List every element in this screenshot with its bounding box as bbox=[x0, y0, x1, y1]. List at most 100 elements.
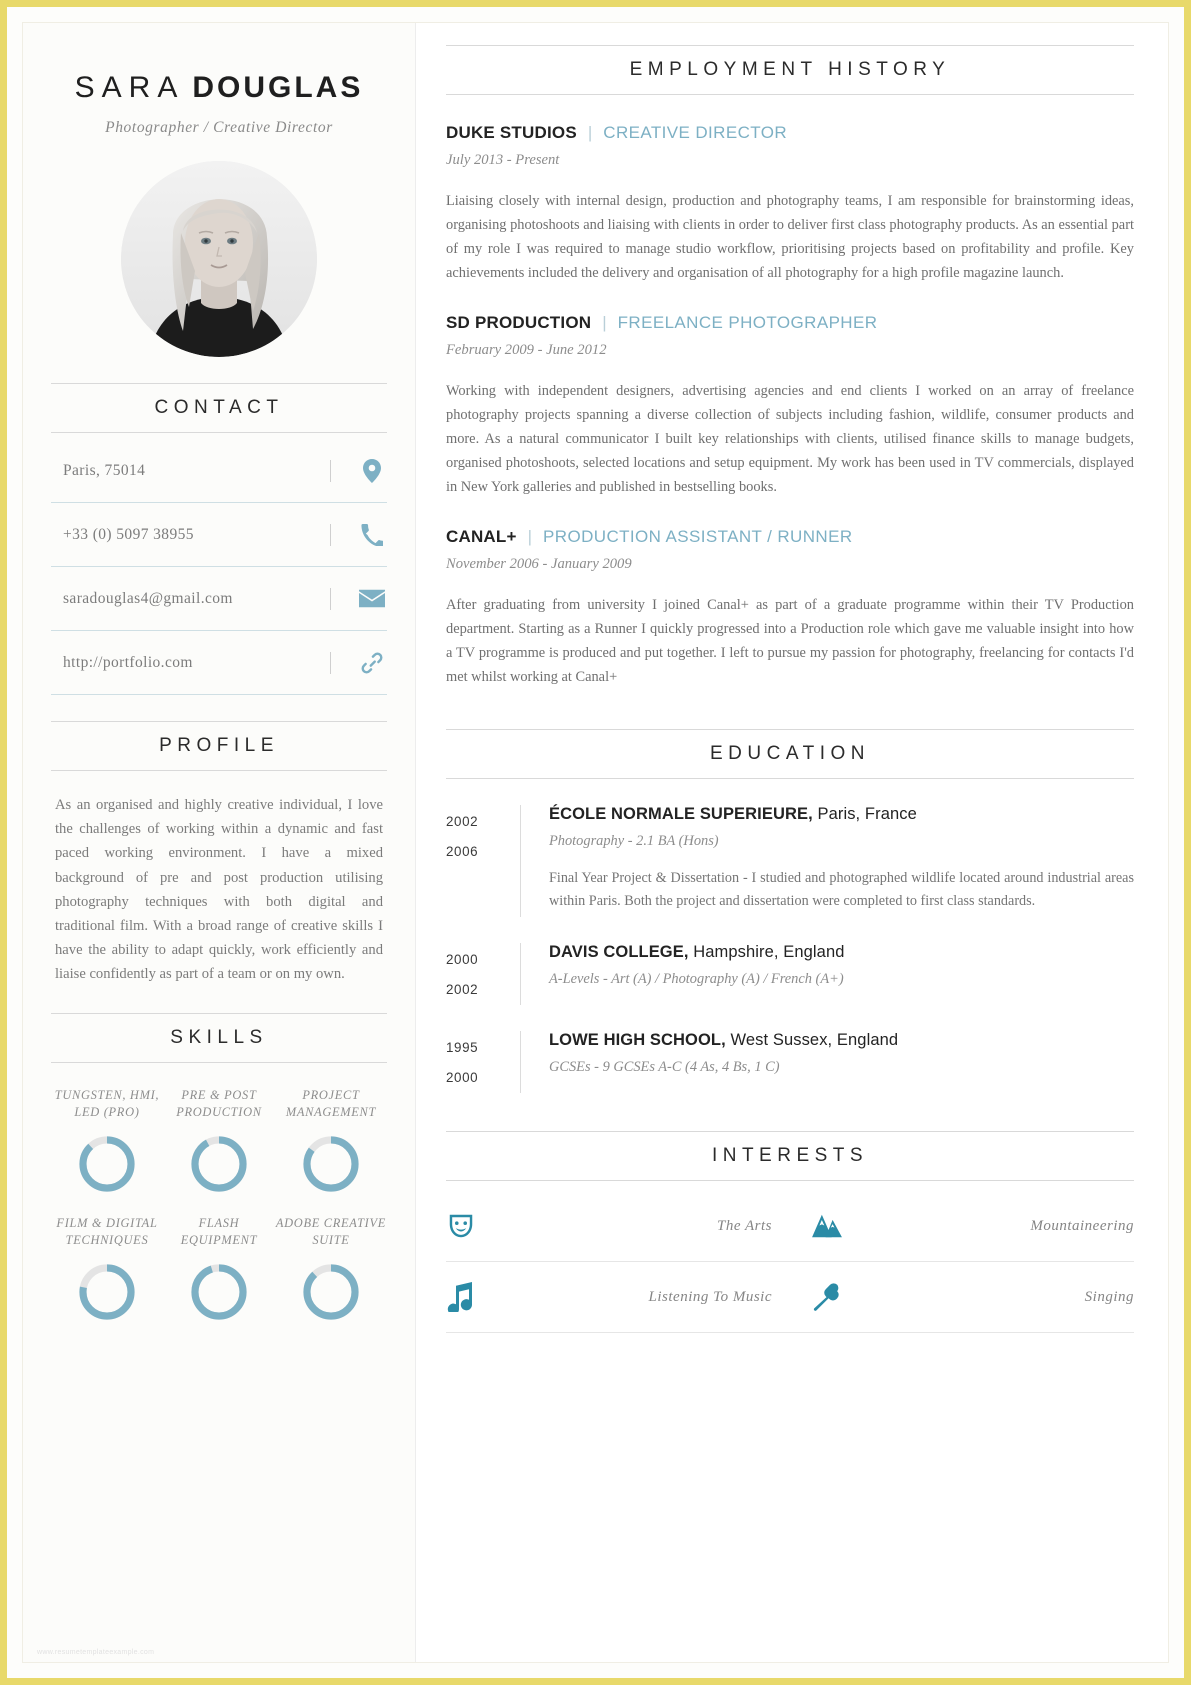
divider bbox=[330, 651, 331, 674]
link-icon bbox=[357, 651, 387, 675]
profile-section-header: PROFILE bbox=[51, 721, 387, 771]
job-separator: | bbox=[527, 527, 533, 546]
skill-ring bbox=[79, 1136, 135, 1192]
skill-ring bbox=[303, 1264, 359, 1320]
job-dates: July 2013 - Present bbox=[446, 152, 560, 168]
education-section: EDUCATION 2002 2006 ÉCOLE NORMALE SUPERI… bbox=[446, 729, 1134, 1093]
contact-section-header: CONTACT bbox=[51, 383, 387, 433]
skill-label: PRE & POST PRODUCTION bbox=[176, 1087, 262, 1119]
skill-item: PROJECT MANAGEMENT bbox=[275, 1085, 387, 1195]
sidebar: SARA DOUGLAS Photographer / Creative Dire… bbox=[23, 23, 415, 1662]
interests-title: INTERESTS bbox=[711, 1145, 869, 1166]
skill-label: TUNGSTEN, HMI, LED (PRO) bbox=[54, 1087, 160, 1119]
education-years: 2000 2002 bbox=[446, 943, 520, 1005]
job-role: PRODUCTION ASSISTANT / RUNNER bbox=[543, 527, 853, 546]
skill-item: FLASH EQUIPMENT bbox=[163, 1213, 275, 1323]
contact-item-email[interactable]: saradouglas4@gmail.com bbox=[51, 567, 387, 631]
job-entry: DUKE STUDIOS | CREATIVE DIRECTOR July 20… bbox=[446, 123, 1134, 285]
education-qualification: GCSEs - 9 GCSEs A-C (4 As, 4 Bs, 1 C) bbox=[549, 1059, 780, 1075]
divider bbox=[330, 459, 331, 482]
skills-section: SKILLS TUNGSTEN, HMI, LED (PRO) PRE & PO… bbox=[51, 1012, 387, 1341]
job-description: Liaising closely with internal design, p… bbox=[446, 193, 1134, 281]
contact-item-location[interactable]: Paris, 75014 bbox=[51, 439, 387, 503]
education-entry: 1995 2000 LOWE HIGH SCHOOL, West Sussex,… bbox=[446, 1031, 1134, 1093]
job-company: SD PRODUCTION bbox=[446, 313, 592, 332]
interest-label: Singing bbox=[1084, 1288, 1134, 1305]
envelope-icon bbox=[357, 589, 387, 608]
education-years: 2002 2006 bbox=[446, 805, 520, 917]
page-title: SARA DOUGLAS bbox=[23, 73, 415, 103]
interest-item-music: Listening To Music bbox=[446, 1262, 790, 1333]
profile-title: PROFILE bbox=[159, 735, 279, 756]
job-header: CANAL+ | PRODUCTION ASSISTANT / RUNNER bbox=[446, 527, 1134, 547]
resume-canvas: SARA DOUGLAS Photographer / Creative Dire… bbox=[23, 23, 1168, 1662]
divider bbox=[330, 587, 331, 610]
microphone-icon bbox=[812, 1282, 864, 1312]
contact-phone-text: +33 (0) 5097 38955 bbox=[63, 525, 194, 543]
phone-icon bbox=[357, 523, 387, 546]
education-location: Paris, France bbox=[812, 805, 917, 823]
interest-item-mountaineering: Mountaineering bbox=[790, 1191, 1134, 1262]
skills-section-header: SKILLS bbox=[51, 1012, 387, 1063]
education-title: EDUCATION bbox=[710, 743, 870, 764]
education-years: 1995 2000 bbox=[446, 1031, 520, 1093]
education-institution-line: LOWE HIGH SCHOOL, West Sussex, England bbox=[549, 1031, 1134, 1050]
music-note-icon bbox=[446, 1282, 498, 1312]
skill-label: FLASH EQUIPMENT bbox=[180, 1215, 258, 1247]
year-end: 2000 bbox=[446, 1070, 479, 1085]
job-entry: CANAL+ | PRODUCTION ASSISTANT / RUNNER N… bbox=[446, 527, 1134, 689]
profile-body: As an organised and highly creative indi… bbox=[55, 797, 383, 983]
job-company: CANAL+ bbox=[446, 527, 517, 546]
job-dates: November 2006 - January 2009 bbox=[446, 556, 632, 572]
employment-title: EMPLOYMENT HISTORY bbox=[629, 59, 951, 80]
education-institution: DAVIS COLLEGE, bbox=[549, 943, 689, 961]
contact-email-text: saradouglas4@gmail.com bbox=[63, 589, 233, 607]
skill-label: FILM & DIGITAL TECHNIQUES bbox=[56, 1215, 158, 1247]
profile-section: PROFILE As an organised and highly creat… bbox=[51, 721, 387, 987]
skill-ring bbox=[191, 1264, 247, 1320]
skill-label: PROJECT MANAGEMENT bbox=[285, 1087, 377, 1119]
interest-label: Mountaineering bbox=[1030, 1217, 1134, 1234]
skills-title: SKILLS bbox=[170, 1026, 268, 1048]
job-company: DUKE STUDIOS bbox=[446, 123, 577, 142]
skill-ring bbox=[303, 1136, 359, 1192]
contact-section: CONTACT Paris, 75014 +33 (0) 5097 38955 bbox=[51, 383, 387, 695]
job-entry: SD PRODUCTION | FREELANCE PHOTOGRAPHER F… bbox=[446, 313, 1134, 499]
skill-item: ADOBE CREATIVE SUITE bbox=[275, 1213, 387, 1323]
skill-ring bbox=[79, 1264, 135, 1320]
interest-item-the-arts: The Arts bbox=[446, 1191, 790, 1262]
contact-title: CONTACT bbox=[154, 397, 284, 418]
skill-item: TUNGSTEN, HMI, LED (PRO) bbox=[51, 1085, 163, 1195]
first-name: SARA bbox=[74, 71, 185, 104]
skills-grid: TUNGSTEN, HMI, LED (PRO) PRE & POST PROD… bbox=[51, 1085, 387, 1341]
portrait-illustration bbox=[121, 161, 317, 357]
interest-label: Listening To Music bbox=[648, 1288, 772, 1305]
education-note: Final Year Project & Dissertation - I st… bbox=[549, 870, 1134, 909]
employment-section-header: EMPLOYMENT HISTORY bbox=[446, 45, 1134, 95]
education-body: ÉCOLE NORMALE SUPERIEURE, Paris, France … bbox=[520, 805, 1134, 917]
interests-section: INTERESTS The Arts Mountaineering Listen… bbox=[446, 1131, 1134, 1333]
contact-item-website[interactable]: http://portfolio.com bbox=[51, 631, 387, 695]
education-institution-line: ÉCOLE NORMALE SUPERIEURE, Paris, France bbox=[549, 805, 1134, 824]
job-dates: February 2009 - June 2012 bbox=[446, 342, 607, 358]
mountains-icon bbox=[812, 1212, 864, 1240]
job-description: After graduating from university I joine… bbox=[446, 597, 1134, 685]
education-qualification: Photography - 2.1 BA (Hons) bbox=[549, 833, 719, 849]
year-start: 2000 bbox=[446, 952, 479, 967]
contact-location-text: Paris, 75014 bbox=[63, 461, 146, 479]
year-end: 2002 bbox=[446, 982, 479, 997]
job-separator: | bbox=[587, 123, 593, 142]
education-body: DAVIS COLLEGE, Hampshire, England A-Leve… bbox=[520, 943, 1134, 1005]
education-qualification: A-Levels - Art (A) / Photography (A) / F… bbox=[549, 971, 844, 987]
resume-page: SARA DOUGLAS Photographer / Creative Dire… bbox=[0, 0, 1191, 1685]
education-entry: 2002 2006 ÉCOLE NORMALE SUPERIEURE, Pari… bbox=[446, 805, 1134, 917]
skill-item: FILM & DIGITAL TECHNIQUES bbox=[51, 1213, 163, 1323]
job-role: FREELANCE PHOTOGRAPHER bbox=[617, 313, 878, 332]
contact-item-phone[interactable]: +33 (0) 5097 38955 bbox=[51, 503, 387, 567]
education-location: Hampshire, England bbox=[688, 943, 845, 961]
interest-label: The Arts bbox=[717, 1217, 772, 1234]
job-role: CREATIVE DIRECTOR bbox=[603, 123, 788, 142]
education-body: LOWE HIGH SCHOOL, West Sussex, England G… bbox=[520, 1031, 1134, 1093]
education-institution: ÉCOLE NORMALE SUPERIEURE, bbox=[549, 805, 813, 823]
theater-mask-icon bbox=[446, 1211, 498, 1241]
